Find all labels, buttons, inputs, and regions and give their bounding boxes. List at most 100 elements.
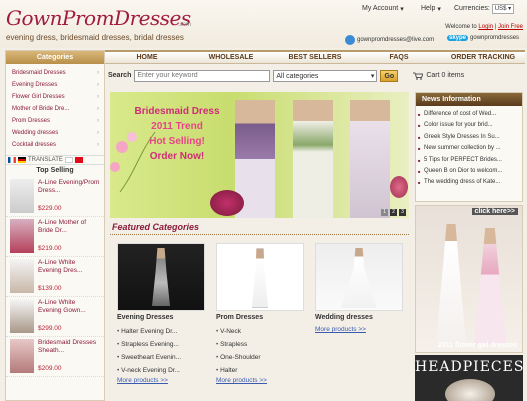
featured-link[interactable]: Sweetheart Evenin... <box>117 351 181 364</box>
my-account-menu[interactable]: My Account ▾ <box>362 2 404 15</box>
featured-link[interactable]: Halter <box>216 364 261 377</box>
flower-decoration <box>110 131 156 193</box>
nav-faqs[interactable]: FAQS <box>357 52 441 63</box>
category-item[interactable]: Flower Girl Dresses <box>6 91 104 103</box>
korean-flag-icon[interactable] <box>64 157 73 163</box>
top-selling-item[interactable]: A-Line Evening/Prom Dress... $229.00 <box>6 177 104 217</box>
category-item[interactable]: Wedding dresses <box>6 127 104 139</box>
site-logo[interactable]: GownPromDresses <box>6 6 191 30</box>
featured-link[interactable]: One-Shoulder <box>216 351 260 364</box>
french-flag-icon[interactable] <box>8 157 16 163</box>
evening-dress-image[interactable] <box>117 243 205 311</box>
category-item[interactable]: Mother of Bride Dre... <box>6 103 104 115</box>
product-name[interactable]: A-Line White Evening Gown... <box>38 299 100 323</box>
msn-icon <box>345 35 355 45</box>
news-item[interactable]: The wedding dress of Kate... <box>416 177 522 188</box>
click-here-label[interactable]: click here>> <box>471 208 518 215</box>
featured-heading[interactable]: Wedding dresses <box>315 314 373 321</box>
pager-dot[interactable]: 1 <box>381 209 388 216</box>
currency-select[interactable]: US$ ▾ <box>491 3 515 14</box>
news-item[interactable]: Queen B on Dior to welcom... <box>416 166 522 177</box>
model-figure <box>350 100 390 218</box>
welcome-bar: Welcome to Login | Join Free <box>445 24 523 30</box>
featured-heading[interactable]: Evening Dresses <box>117 314 173 321</box>
product-thumbnail[interactable] <box>10 299 34 333</box>
product-name[interactable]: A-Line Evening/Prom Dress... <box>38 179 100 203</box>
product-thumbnail[interactable] <box>10 339 34 373</box>
nav-best-sellers[interactable]: BEST SELLERS <box>273 52 357 63</box>
prom-dress-image[interactable] <box>216 243 304 311</box>
msn-contact[interactable]: gownpromdresses@live.com <box>345 35 434 45</box>
featured-heading[interactable]: Prom Dresses <box>216 314 263 321</box>
help-menu[interactable]: Help ▾ <box>421 2 441 15</box>
pager-dot[interactable]: 3 <box>399 209 406 216</box>
product-name[interactable]: A-Line White Evening Dres... <box>38 259 100 283</box>
girl-figure <box>474 228 506 344</box>
featured-link[interactable]: Strapless <box>216 338 261 351</box>
top-selling-item[interactable]: Bridesmaid Dresses Sheath... $209.00 <box>6 337 104 377</box>
currencies-label: Currencies: <box>454 5 490 12</box>
more-products-link[interactable]: More products >> <box>117 377 168 384</box>
product-price: $299.00 <box>38 325 62 332</box>
nav-wholesale[interactable]: WHOLESALE <box>189 52 273 63</box>
category-item[interactable]: Cocktail dresses <box>6 139 104 151</box>
category-item[interactable]: Evening Dresses <box>6 79 104 91</box>
more-products-link[interactable]: More products >> <box>315 326 366 333</box>
cart-link[interactable]: Cart 0 items <box>413 72 464 80</box>
category-select[interactable]: All categories <box>273 69 378 82</box>
headpieces-title: HEADPIECES <box>415 359 523 375</box>
news-item[interactable]: New summer collection by ... <box>416 143 522 154</box>
headpieces-banner[interactable]: HEADPIECES <box>415 355 523 401</box>
product-thumbnail[interactable] <box>10 219 34 253</box>
featured-link[interactable]: Halter Evening Dr... <box>117 325 181 338</box>
news-item[interactable]: Difference of cost of Wed... <box>416 109 522 120</box>
news-title: News Information <box>416 93 522 106</box>
dress-figure <box>152 248 170 306</box>
nav-order-tracking[interactable]: ORDER TRACKING <box>441 52 525 63</box>
logo-suffix: .com <box>178 22 192 28</box>
login-link[interactable]: Login <box>478 24 493 30</box>
news-item[interactable]: 5 Tips for PERFECT Brides... <box>416 155 522 166</box>
german-flag-icon[interactable] <box>18 157 26 163</box>
skype-contact[interactable]: skype gownpromdresses <box>447 35 519 41</box>
product-thumbnail[interactable] <box>10 179 34 213</box>
featured-list: Halter Evening Dr... Strapless Evening..… <box>117 325 181 377</box>
top-selling-item[interactable]: A-Line Mother of Bride Dr... $219.00 <box>6 217 104 257</box>
promo-banner[interactable]: Bridesmaid Dress 2011 Trend Hot Selling!… <box>110 92 409 218</box>
news-item[interactable]: Greek Style Dresses In Su... <box>416 132 522 143</box>
banner-caption: 2011 flower girl dresses <box>438 342 517 349</box>
chevron-down-icon: ▾ <box>400 5 404 13</box>
flower-girl-banner[interactable]: click here>> 2011 flower girl dresses <box>415 205 523 353</box>
welcome-text: Welcome to <box>445 24 477 30</box>
search-input[interactable] <box>134 69 271 82</box>
bouquet-image <box>210 190 244 216</box>
currency-value: US$ <box>494 5 507 12</box>
turkish-flag-icon[interactable] <box>74 157 83 163</box>
news-item[interactable]: Color issue for your brid... <box>416 120 522 131</box>
featured-link[interactable]: V-neck Evening Dr... <box>117 364 181 377</box>
product-name[interactable]: A-Line Mother of Bride Dr... <box>38 219 100 243</box>
girl-figure <box>436 224 466 344</box>
nav-home[interactable]: HOME <box>105 52 189 63</box>
product-price: $229.00 <box>38 205 62 212</box>
news-list: Difference of cost of Wed... Color issue… <box>416 106 522 189</box>
top-selling-item[interactable]: A-Line White Evening Dres... $139.00 <box>6 257 104 297</box>
top-selling-item[interactable]: A-Line White Evening Gown... $299.00 <box>6 297 104 337</box>
model-figure <box>293 100 333 218</box>
cart-icon <box>413 72 424 80</box>
go-button[interactable]: Go <box>380 69 399 82</box>
dress-figure <box>341 248 377 308</box>
link-separator: | <box>494 24 497 30</box>
category-item[interactable]: Bridesmaid Dresses <box>6 67 104 79</box>
wedding-dress-image[interactable] <box>315 243 403 311</box>
pager-dot[interactable]: 2 <box>390 209 397 216</box>
product-thumbnail[interactable] <box>10 259 34 293</box>
join-free-link[interactable]: Join Free <box>498 24 523 30</box>
category-item[interactable]: Prom Dresses <box>6 115 104 127</box>
more-products-link[interactable]: More products >> <box>216 377 267 384</box>
featured-link[interactable]: V-Neck <box>216 325 261 338</box>
msn-address: gownpromdresses@live.com <box>357 37 435 43</box>
currency-selector[interactable]: Currencies: US$ ▾ <box>454 2 515 15</box>
featured-link[interactable]: Strapless Evening... <box>117 338 181 351</box>
product-name[interactable]: Bridesmaid Dresses Sheath... <box>38 339 100 363</box>
